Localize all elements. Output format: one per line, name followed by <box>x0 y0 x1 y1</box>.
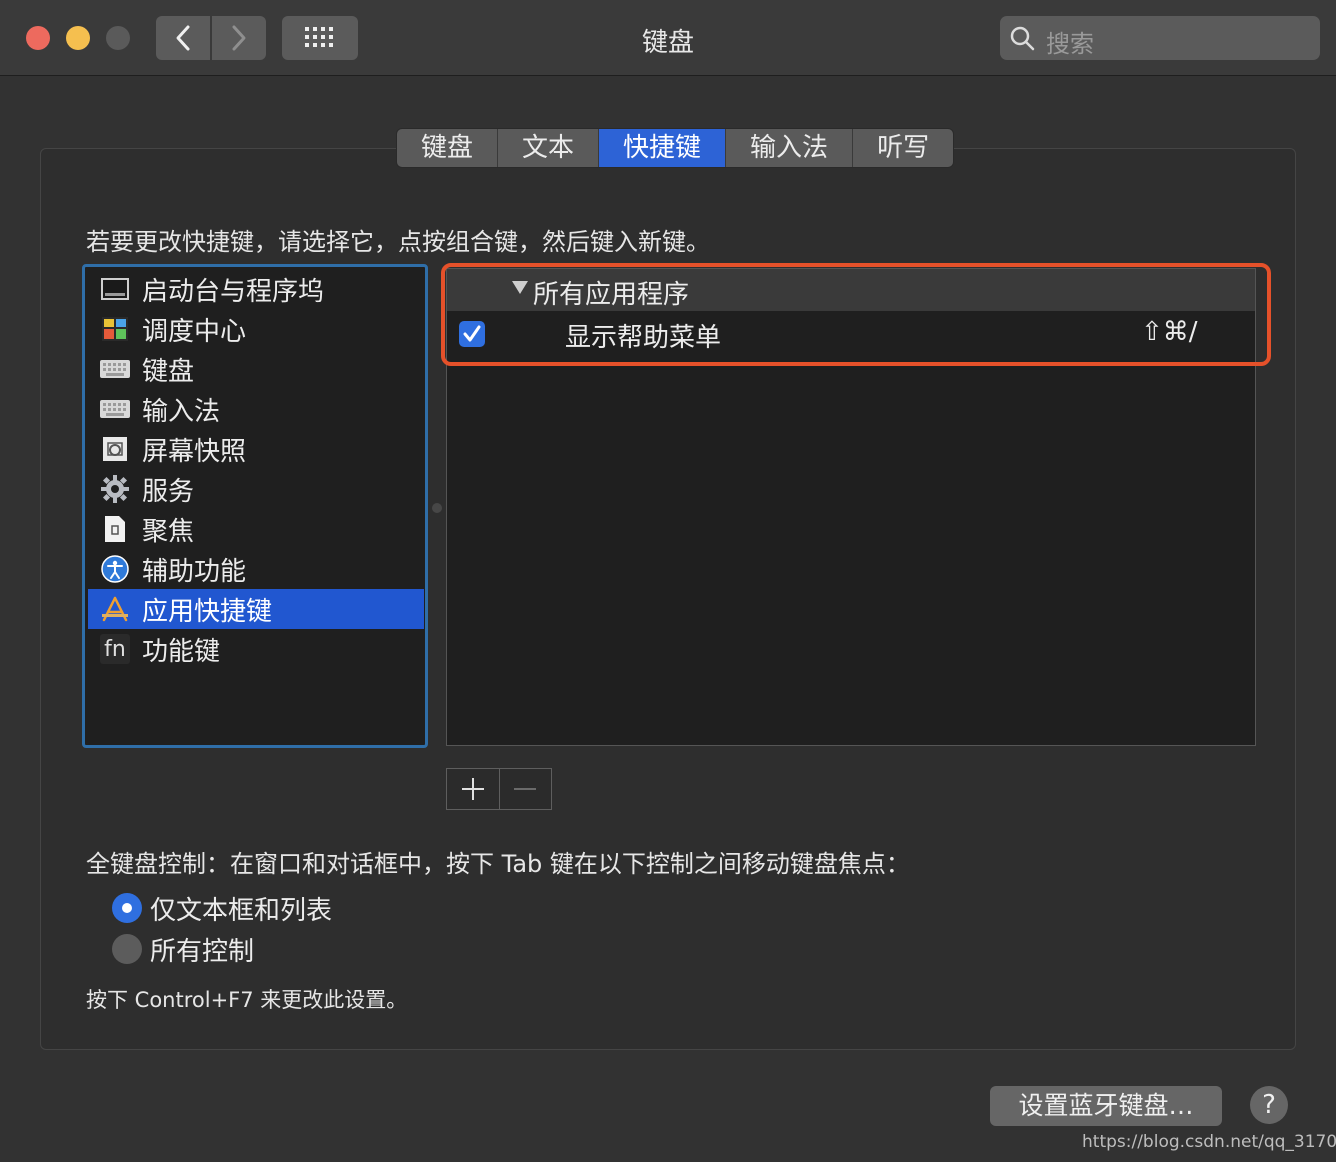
title-bar: 键盘 搜索 <box>0 0 1336 76</box>
category-item-mission-control[interactable]: 调度中心 <box>88 309 424 349</box>
category-item-spotlight[interactable]: 聚焦 <box>88 509 424 549</box>
minus-icon <box>514 788 537 790</box>
watermark-text: https://blog.csdn.net/qq_31708763 <box>1082 1132 1336 1152</box>
tab-dictation[interactable]: 听写 <box>853 129 954 167</box>
add-shortcut-button[interactable] <box>447 769 500 809</box>
shortcut-list[interactable]: 所有应用程序 显示帮助菜单 ⇧⌘/ <box>446 268 1256 746</box>
tab-bar: 键盘 文本 快捷键 输入法 听写 <box>396 128 955 168</box>
tab-text[interactable]: 文本 <box>498 129 600 167</box>
help-button[interactable]: ? <box>1250 1086 1288 1124</box>
mission-control-icon <box>100 314 130 344</box>
setup-bluetooth-keyboard-button[interactable]: 设置蓝牙键盘… <box>990 1086 1222 1126</box>
shortcut-keys[interactable]: ⇧⌘/ <box>1141 317 1198 347</box>
add-remove-control <box>446 768 552 810</box>
search-placeholder: 搜索 <box>1046 30 1094 58</box>
plus-icon <box>461 778 484 800</box>
keyboard-icon <box>100 394 130 424</box>
category-item-screenshots[interactable]: 屏幕快照 <box>88 429 424 469</box>
tab-input-sources[interactable]: 输入法 <box>726 129 854 167</box>
search-icon <box>1010 26 1035 51</box>
shortcut-name: 显示帮助菜单 <box>565 323 722 353</box>
category-item-launchpad[interactable]: 启动台与程序坞 <box>88 269 424 309</box>
accessibility-icon <box>100 554 130 584</box>
category-item-services[interactable]: 服务 <box>88 469 424 509</box>
checkmark-icon <box>463 325 481 342</box>
category-item-keyboard[interactable]: 键盘 <box>88 349 424 389</box>
shortcut-group-label: 所有应用程序 <box>533 280 690 310</box>
category-list[interactable]: 启动台与程序坞 调度中心 键盘 输入法 屏幕快照 服务 聚焦 辅助功能 应用快捷… <box>82 264 428 748</box>
radio-all-controls[interactable]: 所有控制 <box>112 931 254 967</box>
spotlight-icon <box>100 514 130 544</box>
launchpad-icon <box>100 274 130 304</box>
shortcut-row[interactable]: 显示帮助菜单 ⇧⌘/ <box>447 313 1255 355</box>
split-view-handle[interactable] <box>432 503 442 513</box>
search-field[interactable]: 搜索 <box>1000 16 1320 60</box>
keyboard-icon <box>100 354 130 384</box>
radio-button-selected[interactable] <box>112 893 142 923</box>
fn-key-icon: fn <box>100 634 130 664</box>
screenshot-icon <box>100 434 130 464</box>
tab-shortcuts[interactable]: 快捷键 <box>599 129 727 167</box>
tab-keyboard[interactable]: 键盘 <box>397 129 499 167</box>
control-f7-note: 按下 Control+F7 来更改此设置。 <box>86 988 408 1012</box>
category-item-app-shortcuts[interactable]: 应用快捷键 <box>88 589 424 629</box>
category-item-accessibility[interactable]: 辅助功能 <box>88 549 424 589</box>
full-keyboard-access-label: 全键盘控制：在窗口和对话框中，按下 Tab 键在以下控制之间移动键盘焦点： <box>86 850 910 878</box>
radio-button-unselected[interactable] <box>112 934 142 964</box>
category-item-function-keys[interactable]: fn 功能键 <box>88 629 424 669</box>
remove-shortcut-button[interactable] <box>500 769 552 809</box>
disclosure-triangle-icon[interactable] <box>511 279 529 295</box>
shortcut-group-row[interactable]: 所有应用程序 <box>447 269 1255 311</box>
radio-text-boxes-and-lists[interactable]: 仅文本框和列表 <box>112 890 332 926</box>
shortcut-enabled-checkbox[interactable] <box>459 321 485 347</box>
category-item-input-sources[interactable]: 输入法 <box>88 389 424 429</box>
app-shortcuts-icon <box>100 594 130 624</box>
gear-icon <box>100 474 130 504</box>
instructions-text: 若要更改快捷键，请选择它，点按组合键，然后键入新键。 <box>86 228 710 256</box>
